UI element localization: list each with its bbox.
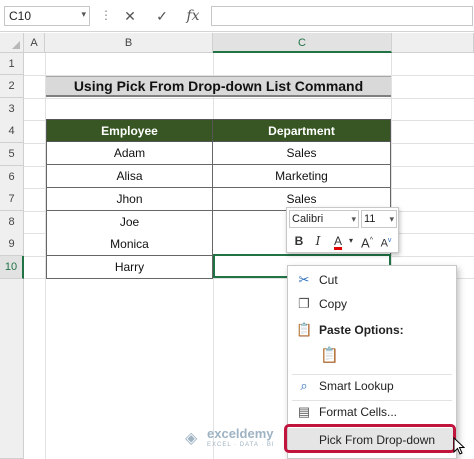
row-header-3[interactable]: 3 (0, 98, 24, 121)
row-header-empty (0, 279, 24, 459)
table-cell-employee[interactable]: Harry (46, 256, 213, 279)
table-cell-employee[interactable]: Joe (46, 211, 213, 234)
font-name-select[interactable]: Calibri ▾ (289, 210, 359, 228)
name-box-value: C10 (9, 9, 32, 23)
column-header-a[interactable]: A (24, 33, 45, 53)
grow-font-button[interactable]: A^ (359, 232, 375, 250)
bold-button[interactable]: B (292, 232, 306, 250)
row-header-9[interactable]: 9 (0, 233, 24, 256)
shrink-font-button[interactable]: Av (377, 232, 395, 250)
paste-option-button[interactable]: 📋 (312, 344, 342, 368)
watermark-name: exceldemy (207, 426, 274, 441)
highlight-box (284, 424, 456, 453)
table-cell-employee[interactable]: Monica (46, 233, 213, 256)
gridline (24, 98, 474, 99)
paste-clipboard-icon: 📋 (320, 347, 339, 364)
table-cell-employee[interactable]: Alisa (46, 165, 213, 188)
formula-input[interactable] (211, 6, 473, 26)
formula-bar-grip-icon: ⋮ (100, 8, 113, 22)
chevron-down-icon[interactable]: ▾ (347, 232, 355, 250)
column-header-c[interactable]: C (213, 33, 392, 53)
grow-font-label: A (361, 235, 370, 251)
column-header-d[interactable] (392, 33, 474, 53)
formula-bar: C10 ▾ ⋮ ✕ ✓ fx (0, 0, 474, 32)
menu-item-smart-lookup[interactable]: ⌕ Smart Lookup (288, 374, 456, 398)
insert-function-icon[interactable]: fx (181, 6, 205, 26)
table-cell-employee[interactable]: Adam (46, 142, 213, 165)
select-all-button[interactable] (0, 33, 24, 53)
row-header-4[interactable]: 4 (0, 120, 24, 143)
menu-item-format-cells[interactable]: ▤ Format Cells... (288, 400, 456, 424)
menu-item-cut[interactable]: ✂ Cut (288, 268, 456, 292)
chevron-down-icon[interactable]: ▾ (81, 9, 86, 20)
search-icon: ⌕ (300, 378, 308, 393)
menu-item-paste-options: 📋 Paste Options: (288, 318, 456, 342)
table-header-employee[interactable]: Employee (46, 119, 213, 142)
mouse-cursor-icon (453, 437, 465, 455)
row-header-8[interactable]: 8 (0, 211, 24, 234)
font-size-value: 11 (364, 213, 376, 225)
enter-icon[interactable]: ✓ (150, 6, 174, 26)
shrink-font-label: A (380, 237, 388, 250)
table-cell-department[interactable]: Marketing (212, 165, 391, 188)
chevron-down-icon: ▾ (351, 214, 356, 224)
cancel-icon[interactable]: ✕ (118, 6, 142, 26)
row-header-6[interactable]: 6 (0, 166, 24, 189)
menu-item-label: Format Cells... (319, 405, 398, 419)
font-name-value: Calibri (292, 213, 324, 225)
menu-item-label: Copy (319, 297, 348, 311)
menu-item-copy[interactable]: ❐ Copy (288, 292, 456, 316)
font-size-select[interactable]: 11 ▾ (361, 210, 397, 228)
table-cell-department[interactable]: Sales (212, 142, 391, 165)
row-header-2[interactable]: 2 (0, 75, 24, 98)
paste-icon: 📋 (296, 322, 313, 337)
logo-icon: ◈ (185, 430, 198, 447)
format-cells-icon: ▤ (297, 404, 311, 419)
mini-toolbar: Calibri ▾ 11 ▾ B I A ▾ A^ Av (286, 207, 399, 253)
scissors-icon: ✂ (298, 272, 310, 287)
menu-item-label: Paste Options: (319, 323, 404, 337)
table-header-department[interactable]: Department (212, 119, 391, 142)
italic-button[interactable]: I (311, 232, 325, 250)
menu-item-label: Cut (319, 273, 338, 287)
sheet-title[interactable]: Using Pick From Drop-down List Command (46, 76, 391, 97)
chevron-down-icon: ▾ (389, 214, 394, 224)
row-header-7[interactable]: 7 (0, 188, 24, 211)
row-header-10[interactable]: 10 (0, 256, 24, 279)
name-box[interactable]: C10 ▾ (4, 6, 90, 26)
row-header-5[interactable]: 5 (0, 143, 24, 166)
watermark-tagline: EXCEL · DATA · BI (207, 442, 275, 448)
column-header-b[interactable]: B (45, 33, 213, 53)
menu-item-label: Smart Lookup (319, 379, 394, 393)
table-cell-employee[interactable]: Jhon (46, 188, 213, 211)
watermark-logo: ◈ exceldemy EXCEL · DATA · BI (185, 425, 285, 453)
font-color-button[interactable]: A (330, 232, 346, 250)
copy-icon: ❐ (298, 296, 310, 311)
row-header-1[interactable]: 1 (0, 53, 24, 75)
